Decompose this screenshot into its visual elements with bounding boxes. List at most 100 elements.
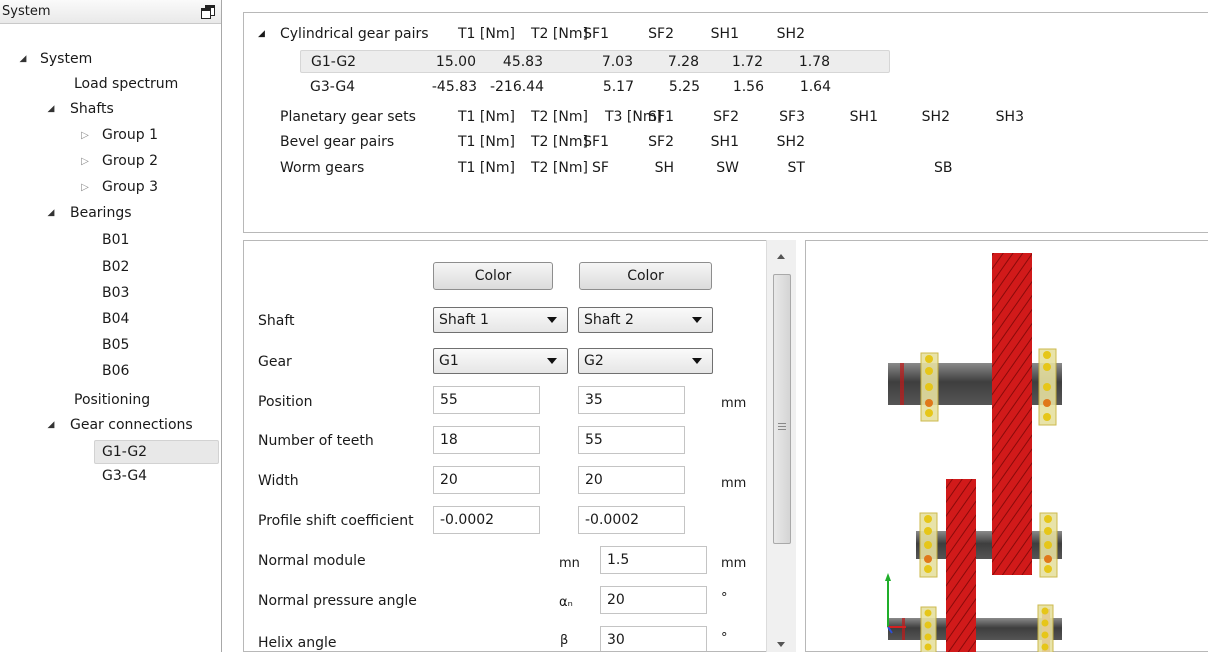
- results-group-worm[interactable]: Worm gears T1 [Nm] T2 [Nm] SF SH SW ST S…: [244, 157, 1144, 180]
- tree-item-system[interactable]: ◢ System: [18, 48, 218, 71]
- caret-right-icon[interactable]: ▷: [80, 124, 90, 147]
- width-label: Width: [258, 473, 299, 489]
- pressure-angle-symbol: αₙ: [559, 595, 573, 610]
- results-group-planetary[interactable]: Planetary gear sets T1 [Nm] T2 [Nm] T3 […: [244, 106, 1144, 129]
- caret-down-icon[interactable]: ◢: [258, 23, 265, 46]
- gear-2-select[interactable]: G2: [578, 348, 713, 374]
- shaft-label: Shaft: [258, 313, 295, 329]
- tree-item-positioning[interactable]: Positioning: [74, 389, 218, 412]
- pressure-angle-label: Normal pressure angle: [258, 593, 417, 609]
- table-cell: -216.44: [489, 79, 544, 95]
- caret-down-icon[interactable]: ◢: [46, 414, 56, 437]
- tree-item-label: B01: [102, 232, 130, 248]
- table-cell: 5.25: [668, 79, 700, 95]
- table-row[interactable]: G3-G4 -45.83 -216.44 5.17 5.25 1.56 1.64: [300, 76, 890, 99]
- tree-item-shafts[interactable]: ◢ Shafts: [46, 98, 216, 121]
- group-title: Cylindrical gear pairs: [280, 26, 429, 42]
- system-tree-panel: System ◢ System Load spectrum ◢ Shafts ▷…: [0, 0, 222, 652]
- column-header: SB: [934, 160, 953, 176]
- pressure-angle-unit: °: [721, 591, 728, 606]
- position-2-input[interactable]: 35: [578, 386, 685, 414]
- position-1-input[interactable]: 55: [433, 386, 540, 414]
- caret-down-icon[interactable]: ◢: [46, 202, 56, 225]
- scroll-up-icon[interactable]: [777, 254, 785, 259]
- bearing-b03: [919, 512, 938, 578]
- gear-1-select[interactable]: G1: [433, 348, 568, 374]
- column-header: T2 [Nm]: [531, 26, 588, 42]
- column-header: SF1: [583, 134, 609, 150]
- tree-item-group-1[interactable]: ▷ Group 1: [80, 124, 218, 147]
- caret-right-icon[interactable]: ▷: [80, 176, 90, 199]
- table-cell: 1.78: [798, 54, 830, 70]
- gearbox-3d-view[interactable]: [805, 240, 1208, 652]
- tree-item-g1-g2[interactable]: G1-G2: [94, 440, 219, 464]
- tree-item-gear-connections[interactable]: ◢ Gear connections: [46, 414, 218, 437]
- column-header: T2 [Nm]: [531, 109, 588, 125]
- tree-panel-header: System: [0, 0, 221, 24]
- chevron-down-icon: [547, 317, 557, 323]
- color-button-gear-1[interactable]: Color: [433, 262, 553, 290]
- tree-item-label: B02: [102, 259, 130, 275]
- helix-angle-input[interactable]: 30: [600, 626, 707, 651]
- tree-item-b04[interactable]: B04: [102, 308, 202, 331]
- pressure-angle-input[interactable]: 20: [600, 586, 707, 614]
- tree-item-group-3[interactable]: ▷ Group 3: [80, 176, 218, 199]
- tree-item-bearings[interactable]: ◢ Bearings: [46, 202, 216, 225]
- teeth-2-input[interactable]: 55: [578, 426, 685, 454]
- gear-label: Gear: [258, 354, 292, 370]
- table-cell: 7.28: [667, 54, 699, 70]
- caret-down-icon[interactable]: ◢: [18, 48, 28, 71]
- gear-2-select-value: G2: [584, 353, 604, 369]
- column-header: SH1: [849, 109, 878, 125]
- tree-item-load-spectrum[interactable]: Load spectrum: [74, 73, 218, 96]
- tree-item-group-2[interactable]: ▷ Group 2: [80, 150, 218, 173]
- tree-item-label: Group 2: [102, 153, 158, 169]
- scroll-down-icon[interactable]: [777, 642, 785, 647]
- shaft-1-select[interactable]: Shaft 1: [433, 307, 568, 333]
- shaft-2-select-value: Shaft 2: [584, 312, 634, 328]
- row-name: G1-G2: [311, 54, 357, 70]
- column-header: SH2: [921, 109, 950, 125]
- profile-shift-2-input[interactable]: -0.0002: [578, 506, 685, 534]
- table-cell: 5.17: [602, 79, 634, 95]
- results-group-bevel[interactable]: Bevel gear pairs T1 [Nm] T2 [Nm] SF1 SF2…: [244, 131, 1144, 154]
- normal-module-symbol: mn: [559, 556, 580, 571]
- shaft-2-select[interactable]: Shaft 2: [578, 307, 713, 333]
- column-header: SF: [592, 160, 609, 176]
- tree-item-label: B06: [102, 363, 130, 379]
- color-button-gear-2[interactable]: Color: [579, 262, 712, 290]
- tree-item-b02[interactable]: B02: [102, 256, 202, 279]
- tree-item-b01[interactable]: B01: [102, 229, 202, 252]
- row-name: G3-G4: [310, 79, 356, 95]
- column-header: T1 [Nm]: [458, 26, 515, 42]
- tree-item-label: Positioning: [74, 392, 151, 408]
- tree-item-b06[interactable]: B06: [102, 360, 202, 383]
- tree-item-g3-g4[interactable]: G3-G4: [102, 465, 212, 488]
- table-cell: 1.72: [731, 54, 763, 70]
- table-row[interactable]: G1-G2 15.00 45.83 7.03 7.28 1.72 1.78: [300, 50, 890, 73]
- width-unit: mm: [721, 476, 747, 491]
- teeth-1-input[interactable]: 18: [433, 426, 540, 454]
- profile-shift-1-input[interactable]: -0.0002: [433, 506, 540, 534]
- caret-right-icon[interactable]: ▷: [80, 150, 90, 173]
- column-header: SH1: [710, 26, 739, 42]
- width-2-input[interactable]: 20: [578, 466, 685, 494]
- properties-scrollbar[interactable]: [766, 240, 796, 652]
- column-header: SW: [716, 160, 739, 176]
- table-cell: 15.00: [435, 54, 476, 70]
- restore-window-icon[interactable]: [201, 4, 215, 19]
- tree-item-b03[interactable]: B03: [102, 282, 202, 305]
- tree-item-label: G1-G2: [102, 444, 148, 460]
- normal-module-input[interactable]: 1.5: [600, 546, 707, 574]
- results-group-cylindrical[interactable]: ◢ Cylindrical gear pairs T1 [Nm] T2 [Nm]…: [244, 23, 1144, 46]
- tree-item-b05[interactable]: B05: [102, 334, 202, 357]
- scrollbar-thumb[interactable]: [773, 274, 791, 544]
- tree-item-label: Group 3: [102, 179, 158, 195]
- profile-shift-label: Profile shift coefficient: [258, 513, 414, 529]
- width-1-input[interactable]: 20: [433, 466, 540, 494]
- table-cell: 7.03: [601, 54, 633, 70]
- tree-item-label: B03: [102, 285, 130, 301]
- caret-down-icon[interactable]: ◢: [46, 98, 56, 121]
- column-header: T2 [Nm]: [531, 134, 588, 150]
- column-header: T1 [Nm]: [458, 160, 515, 176]
